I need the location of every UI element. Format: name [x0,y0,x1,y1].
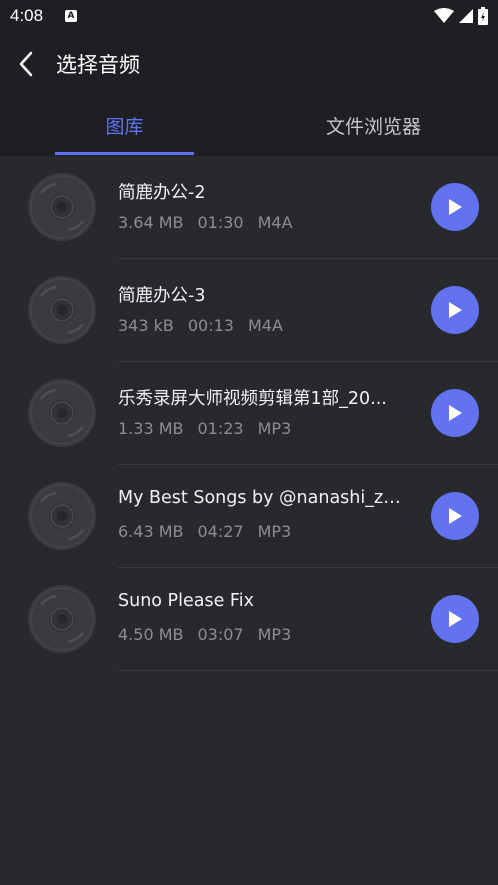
status-icons [434,7,488,25]
track-format: MP3 [257,522,292,541]
wifi-icon [434,8,454,23]
back-button[interactable] [10,48,42,80]
list-item[interactable]: 简鹿办公-3 343 kB 00:13 M4A [0,259,498,362]
notification-icon: A [65,10,77,22]
signal-icon [459,9,473,23]
tab-file-browser[interactable]: 文件浏览器 [249,94,498,156]
audio-list: 简鹿办公-2 3.64 MB 01:30 M4A 简鹿办公-3 343 kB 00:1… [0,156,498,671]
track-size: 3.64 MB [118,213,184,232]
tab-gallery[interactable]: 图库 [0,94,249,156]
track-title: My Best Songs by @nanashi_zero [118,488,410,508]
track-meta: 4.50 MB 03:07 MP3 [118,625,305,644]
disc-icon [28,276,96,344]
tab-bar: 图库 文件浏览器 [0,94,498,156]
disc-icon [28,482,96,550]
play-icon [449,405,462,421]
tab-indicator [55,152,194,155]
disc-icon [28,173,96,241]
status-time: 4:08 [10,6,44,25]
disc-icon [28,379,96,447]
battery-icon [478,7,488,25]
track-title: 简鹿办公-2 [118,183,206,203]
app-bar: 选择音频 [0,34,498,94]
list-item[interactable]: My Best Songs by @nanashi_zero 6.43 MB 04… [0,465,498,568]
list-item[interactable]: Suno Please Fix 4.50 MB 03:07 MP3 [0,568,498,671]
track-duration: 03:07 [197,625,244,644]
track-meta: 343 kB 00:13 M4A [118,316,297,335]
track-format: M4A [247,316,283,335]
track-format: MP3 [257,625,292,644]
play-icon [449,508,462,524]
play-button[interactable] [431,389,479,437]
play-button[interactable] [431,492,479,540]
list-item[interactable]: 乐秀录屏大师视频剪辑第1部_20... 1.33 MB 01:23 MP3 [0,362,498,465]
track-title: 乐秀录屏大师视频剪辑第1部_20... [118,389,387,409]
track-size: 1.33 MB [118,419,184,438]
track-size: 343 kB [118,316,174,335]
track-format: M4A [257,213,293,232]
divider [118,670,498,671]
back-arrow-icon [19,51,33,77]
track-duration: 00:13 [187,316,234,335]
play-icon [449,302,462,318]
track-size: 6.43 MB [118,522,184,541]
track-title: 简鹿办公-3 [118,286,206,306]
track-duration: 01:30 [197,213,244,232]
track-meta: 1.33 MB 01:23 MP3 [118,419,305,438]
track-duration: 04:27 [197,522,244,541]
status-bar: 4:08 A [0,0,498,34]
list-item[interactable]: 简鹿办公-2 3.64 MB 01:30 M4A [0,156,498,259]
track-meta: 6.43 MB 04:27 MP3 [118,522,305,541]
play-button[interactable] [431,286,479,334]
track-format: MP3 [257,419,292,438]
play-button[interactable] [431,595,479,643]
page-title: 选择音频 [56,53,140,77]
track-duration: 01:23 [197,419,244,438]
track-size: 4.50 MB [118,625,184,644]
track-title: Suno Please Fix [118,591,254,611]
play-icon [449,611,462,627]
track-meta: 3.64 MB 01:30 M4A [118,213,307,232]
play-button[interactable] [431,183,479,231]
play-icon [449,199,462,215]
disc-icon [28,585,96,653]
